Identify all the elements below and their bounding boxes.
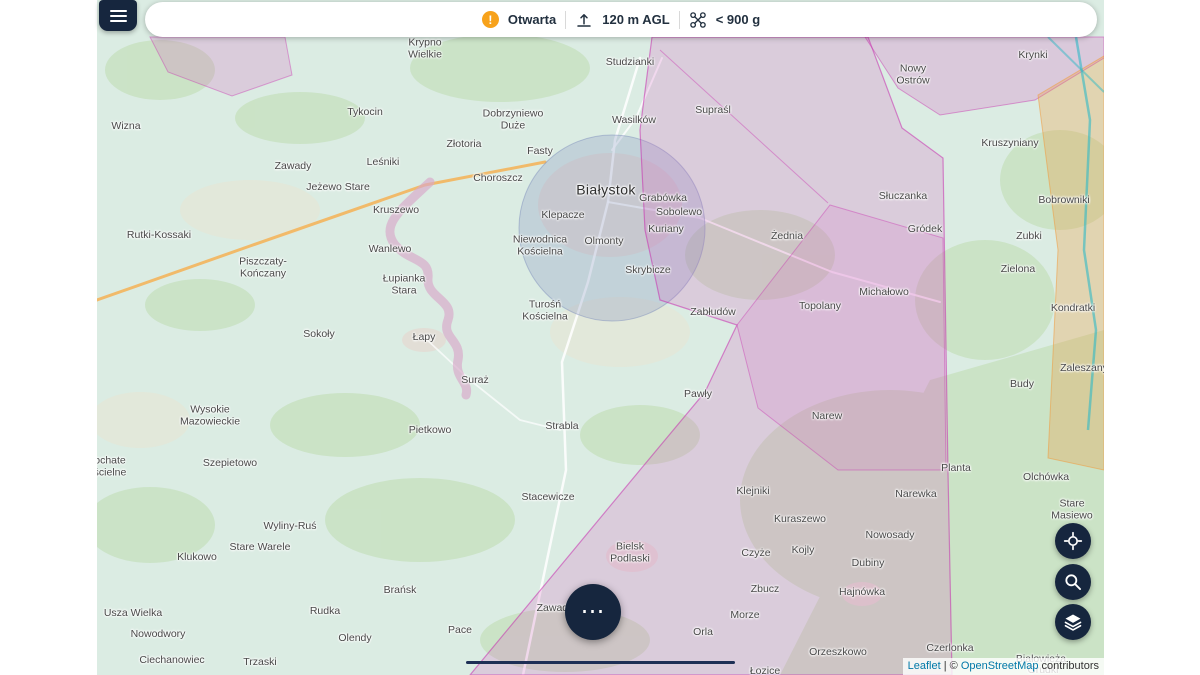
leaflet-link[interactable]: Leaflet: [908, 660, 941, 672]
layers-icon: [1063, 612, 1083, 632]
altitude-label: 120 m AGL: [602, 12, 669, 27]
altitude-icon: [575, 11, 593, 29]
map-art: [97, 0, 1104, 675]
warning-icon: !: [482, 11, 499, 28]
layers-button[interactable]: [1055, 604, 1091, 640]
map-canvas[interactable]: Krypno WielkieStudziankiNowy OstrówKrynk…: [97, 0, 1104, 675]
locate-button[interactable]: [1055, 523, 1091, 559]
menu-button[interactable]: [99, 0, 137, 31]
flight-conditions-bar[interactable]: ! Otwarta 120 m AGL < 900 g: [145, 2, 1097, 37]
hamburger-icon: [110, 10, 127, 22]
zone-status-label: Otwarta: [508, 12, 556, 27]
map-attribution: Leaflet | © OpenStreetMap contributors: [903, 658, 1104, 675]
drone-icon: [689, 11, 707, 29]
search-icon: [1063, 572, 1083, 592]
more-options-button[interactable]: ⋯: [565, 584, 621, 640]
osm-link[interactable]: OpenStreetMap: [961, 660, 1039, 672]
search-button[interactable]: [1055, 564, 1091, 600]
divider: [679, 11, 680, 29]
ellipsis-icon: ⋯: [581, 600, 606, 624]
app: Krypno WielkieStudziankiNowy OstrówKrynk…: [0, 0, 1200, 675]
attribution-separator: | ©: [941, 660, 961, 672]
scale-line: [466, 661, 735, 664]
attribution-suffix: contributors: [1038, 660, 1099, 672]
weight-label: < 900 g: [716, 12, 760, 27]
divider: [565, 11, 566, 29]
crosshair-icon: [1063, 531, 1083, 551]
